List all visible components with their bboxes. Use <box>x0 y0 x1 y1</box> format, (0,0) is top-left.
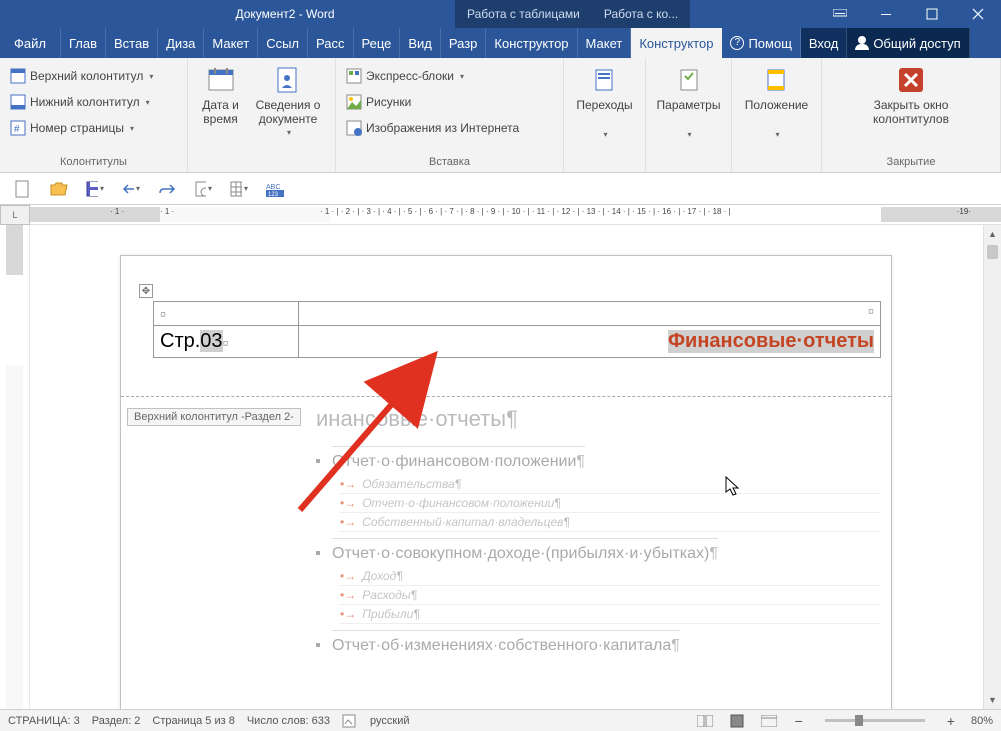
context-tab-table[interactable]: Работа с таблицами <box>455 0 592 28</box>
zoom-level[interactable]: 80% <box>971 715 993 727</box>
group-label-insert: Вставка <box>342 154 557 172</box>
document-area: ✥ ¤¤ Стр.03¤ Финансовые·отчеты Верхний к… <box>0 225 1001 709</box>
position-button[interactable]: Положение▾ <box>739 62 814 141</box>
maximize-icon[interactable] <box>909 0 955 28</box>
pictures-button[interactable]: Рисунки <box>342 92 523 112</box>
date-time-button[interactable]: Дата и время <box>194 62 247 128</box>
tab-layout[interactable]: Макет <box>204 28 258 58</box>
status-section[interactable]: Раздел: 2 <box>92 715 141 727</box>
zoom-out-button[interactable]: − <box>791 713 807 729</box>
heading-2: Отчет·о·совокупном·доходе·(прибылях·и·уб… <box>332 538 718 563</box>
proofing-icon[interactable] <box>342 714 358 728</box>
quick-access-toolbar: ▾ ▾ ▾ ▾ ABC123 <box>0 173 1001 205</box>
svg-text:#: # <box>14 124 20 135</box>
footer-button[interactable]: Нижний колонтитул▾ <box>6 92 157 112</box>
close-header-button[interactable]: Закрыть окно колонтитулов <box>828 62 994 128</box>
status-bar: СТРАНИЦА: 3 Раздел: 2 Страница 5 из 8 Чи… <box>0 709 1001 731</box>
scroll-down-icon[interactable]: ▼ <box>984 691 1001 709</box>
list-item: •→Доход¶ <box>340 567 881 586</box>
tab-signin[interactable]: Вход <box>801 28 847 58</box>
tab-insert[interactable]: Встав <box>106 28 158 58</box>
tab-home[interactable]: Глав <box>61 28 106 58</box>
ruler-vertical[interactable] <box>0 225 30 709</box>
title-bar: Документ2 - Word Работа с таблицами Рабо… <box>0 0 1001 28</box>
tab-view[interactable]: Вид <box>400 28 441 58</box>
undo-icon[interactable]: ▾ <box>122 180 140 198</box>
header-title[interactable]: Финансовые·отчеты <box>668 330 874 353</box>
menu-tabs: Файл Глав Встав Диза Макет Ссыл Расс Рец… <box>0 28 1001 58</box>
save-icon[interactable]: ▾ <box>86 180 104 198</box>
tab-developer[interactable]: Разр <box>441 28 487 58</box>
page-number-button[interactable]: # Номер страницы▾ <box>6 118 157 138</box>
header-section-tag: Верхний колонтитул -Раздел 2- <box>127 408 301 426</box>
status-words[interactable]: Число слов: 633 <box>247 715 330 727</box>
navigation-button[interactable]: Переходы▾ <box>570 62 638 141</box>
table-move-handle[interactable]: ✥ <box>139 284 153 298</box>
context-tab-header[interactable]: Работа с ко... <box>592 0 690 28</box>
web-layout-icon[interactable] <box>759 713 779 729</box>
tab-design[interactable]: Диза <box>158 28 204 58</box>
redo-icon[interactable] <box>158 180 176 198</box>
tab-header-design[interactable]: Конструктор <box>631 28 722 58</box>
list-item: •→Обязательства¶ <box>340 475 881 494</box>
ruler-corner[interactable]: L <box>0 205 30 225</box>
tab-table-design[interactable]: Конструктор <box>486 28 577 58</box>
list-item: •→Отчет·о·финансовом·положении¶ <box>340 494 881 513</box>
open-icon[interactable] <box>50 180 68 198</box>
scroll-up-icon[interactable]: ▲ <box>984 225 1001 243</box>
list-item: •→Собственный·капитал·владельцев¶ <box>340 513 881 532</box>
tab-share[interactable]: Общий доступ <box>847 28 969 58</box>
tab-help[interactable]: ?Помощ <box>722 28 800 58</box>
quick-parts-button[interactable]: Экспресс-блоки▾ <box>342 66 523 86</box>
ribbon-options-icon[interactable] <box>817 0 863 28</box>
status-language[interactable]: русский <box>370 715 409 727</box>
help-icon: ? <box>730 36 744 50</box>
heading-1: инансовые·отчеты¶ <box>316 406 881 432</box>
table-icon[interactable]: ▾ <box>230 180 248 198</box>
new-doc-icon[interactable] <box>14 180 32 198</box>
status-pages[interactable]: Страница 5 из 8 <box>152 715 234 727</box>
list-item: •→Прибыли¶ <box>340 605 881 624</box>
header-table[interactable]: ¤¤ Стр.03¤ Финансовые·отчеты <box>153 301 881 358</box>
document-title: Документ2 - Word <box>0 7 455 21</box>
status-page[interactable]: СТРАНИЦА: 3 <box>8 715 80 727</box>
tab-references[interactable]: Ссыл <box>258 28 308 58</box>
heading-2: Отчет·об·изменениях·собственного·капитал… <box>332 630 680 655</box>
document-body: инансовые·отчеты¶ Отчет·о·финансовом·пол… <box>316 406 881 659</box>
ribbon: Верхний колонтитул▾ Нижний колонтитул▾ #… <box>0 58 1001 173</box>
print-layout-icon[interactable] <box>727 713 747 729</box>
tab-review[interactable]: Реце <box>354 28 401 58</box>
zoom-in-button[interactable]: + <box>943 713 959 729</box>
close-icon[interactable] <box>955 0 1001 28</box>
svg-text:123: 123 <box>268 192 279 197</box>
tab-file[interactable]: Файл <box>0 28 61 58</box>
list-item: •→Расходы¶ <box>340 586 881 605</box>
group-label-headers: Колонтитулы <box>6 154 181 172</box>
doc-info-button[interactable]: Сведения о документе▾ <box>247 62 329 139</box>
person-icon <box>855 36 869 50</box>
read-mode-icon[interactable] <box>695 713 715 729</box>
word-count-icon[interactable]: ABC123 <box>266 180 284 198</box>
group-label-close: Закрытие <box>828 154 994 172</box>
svg-text:ABC: ABC <box>266 184 280 191</box>
page[interactable]: ✥ ¤¤ Стр.03¤ Финансовые·отчеты Верхний к… <box>120 255 892 709</box>
heading-2: Отчет·о·финансовом·положении¶ <box>332 446 585 471</box>
ruler-horizontal[interactable]: L · 1 · · 1 · · 1 · | · 2 · | · 3 · | · … <box>0 205 1001 225</box>
tab-table-layout[interactable]: Макет <box>578 28 632 58</box>
print-preview-icon[interactable]: ▾ <box>194 180 212 198</box>
scroll-thumb[interactable] <box>987 245 998 259</box>
options-button[interactable]: Параметры▾ <box>651 62 727 141</box>
zoom-slider[interactable] <box>825 719 925 722</box>
online-pictures-button[interactable]: Изображения из Интернета <box>342 118 523 138</box>
header-button[interactable]: Верхний колонтитул▾ <box>6 66 157 86</box>
tab-mailings[interactable]: Расс <box>308 28 353 58</box>
minimize-icon[interactable] <box>863 0 909 28</box>
vertical-scrollbar[interactable]: ▲ ▼ <box>983 225 1001 709</box>
